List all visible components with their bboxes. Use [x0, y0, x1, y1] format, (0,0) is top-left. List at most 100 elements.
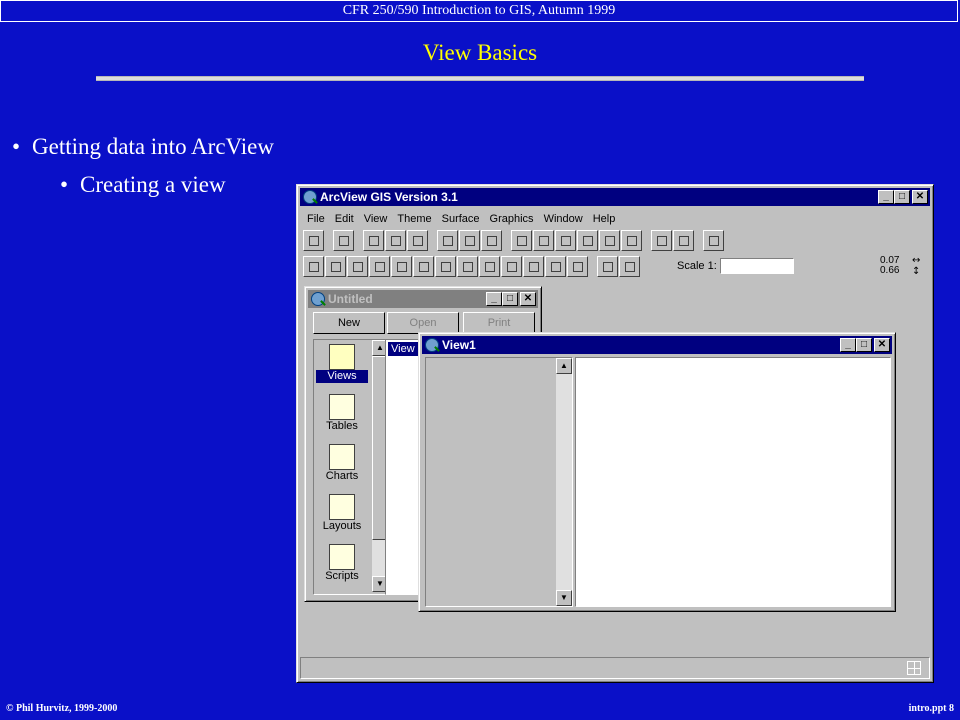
title-divider [96, 76, 864, 81]
coord-arrows-icon: ↔ ↕ [912, 255, 921, 277]
zoom-active-themes-icon[interactable] [533, 229, 554, 251]
new-button[interactable]: New [313, 312, 385, 334]
resize-grip-icon[interactable] [907, 661, 921, 675]
doc-type-layouts[interactable]: Layouts [316, 492, 368, 533]
scale-input[interactable] [719, 258, 794, 274]
project-minimize-button[interactable]: _ [486, 292, 502, 306]
identify-tool-icon[interactable] [303, 255, 324, 277]
doc-type-list: Views Tables Charts Layouts Scripts ▲ ▼ [313, 339, 389, 595]
doc-type-tables[interactable]: Tables [316, 392, 368, 433]
select-feature-tool-icon[interactable] [369, 255, 390, 277]
bullet-text: Creating a view [80, 172, 226, 197]
label-tool-icon[interactable] [523, 255, 544, 277]
scroll-down-arrow-icon[interactable]: ▼ [556, 590, 572, 606]
scale-label: Scale 1: [677, 260, 717, 272]
doc-type-views[interactable]: Views [316, 342, 368, 383]
draw-point-tool-icon[interactable] [567, 255, 588, 277]
arcview-title: ArcView GIS Version 3.1 [320, 190, 458, 204]
clear-selection-icon[interactable] [673, 229, 694, 251]
bullet-dot: • [12, 134, 21, 159]
view1-globe-icon [425, 338, 439, 352]
bullet-getting-data: • Getting data into ArcView [12, 134, 274, 160]
coord-y: 0.66 [880, 265, 900, 276]
arcview-globe-icon [303, 190, 317, 204]
slide-title: View Basics [422, 40, 538, 65]
save-project-icon[interactable] [303, 229, 324, 251]
menu-surface[interactable]: Surface [438, 211, 486, 227]
hotlink-tool-icon[interactable] [479, 255, 500, 277]
doc-type-charts[interactable]: Charts [316, 442, 368, 483]
close-button[interactable]: ✕ [912, 190, 928, 204]
charts-bar-icon [329, 444, 355, 470]
status-bar [300, 657, 930, 679]
maximize-button[interactable]: □ [894, 190, 910, 204]
area-of-interest-tool-icon[interactable] [501, 255, 522, 277]
open-table-icon[interactable] [407, 229, 428, 251]
slide-header: CFR 250/590 Introduction to GIS, Autumn … [0, 0, 958, 22]
zoom-previous-icon[interactable] [621, 229, 642, 251]
edit-legend-icon[interactable] [385, 229, 406, 251]
zoom-in-icon[interactable] [577, 229, 598, 251]
menu-help[interactable]: Help [589, 211, 622, 227]
project-maximize-button[interactable]: □ [502, 292, 518, 306]
menu-graphics[interactable]: Graphics [486, 211, 540, 227]
menu-edit[interactable]: Edit [331, 211, 360, 227]
zoom-out-tool-icon[interactable] [413, 255, 434, 277]
locate-address-icon[interactable] [459, 229, 480, 251]
zoom-out-icon[interactable] [599, 229, 620, 251]
project-title: Untitled [328, 292, 373, 306]
find-icon[interactable] [437, 229, 458, 251]
add-theme-icon[interactable] [333, 229, 354, 251]
project-globe-icon [311, 292, 325, 306]
menu-theme[interactable]: Theme [393, 211, 437, 227]
measure-tool-icon[interactable] [457, 255, 478, 277]
map-display[interactable] [575, 357, 891, 607]
menu-view[interactable]: View [360, 211, 394, 227]
views-globe-icon [329, 344, 355, 370]
scripts-scroll-icon [329, 544, 355, 570]
zoom-selected-icon[interactable] [555, 229, 576, 251]
doc-type-label: Tables [326, 420, 358, 432]
layouts-page-icon [329, 494, 355, 520]
zoom-in-tool-icon[interactable] [391, 255, 412, 277]
pointer-tool-icon[interactable] [325, 255, 346, 277]
project-titlebar[interactable]: Untitled _ □ ✕ [308, 290, 538, 308]
footer-slide-number: intro.ppt 8 [908, 703, 954, 714]
tool-bar: Scale 1: [303, 253, 794, 279]
snap-tool-icon[interactable] [597, 255, 618, 277]
doc-type-label: Scripts [325, 570, 359, 582]
arcview-titlebar[interactable]: ArcView GIS Version 3.1 _ □ ✕ [300, 188, 930, 206]
view1-minimize-button[interactable]: _ [840, 338, 856, 352]
button-bar [303, 227, 725, 253]
zoom-full-extent-icon[interactable] [511, 229, 532, 251]
theme-properties-icon[interactable] [363, 229, 384, 251]
doc-type-scripts[interactable]: Scripts [316, 542, 368, 583]
select-features-icon[interactable] [651, 229, 672, 251]
query-builder-icon[interactable] [481, 229, 502, 251]
menu-window[interactable]: Window [540, 211, 589, 227]
project-close-button[interactable]: ✕ [520, 292, 536, 306]
text-tool-icon[interactable] [545, 255, 566, 277]
minimize-button[interactable]: _ [878, 190, 894, 204]
table-of-contents[interactable]: ▲ ▼ [425, 357, 573, 607]
view1-maximize-button[interactable]: □ [856, 338, 872, 352]
toc-scrollbar[interactable]: ▲ ▼ [556, 358, 572, 606]
doc-type-label: Layouts [322, 520, 362, 532]
menu-file[interactable]: File [303, 211, 331, 227]
pan-tool-icon[interactable] [435, 255, 456, 277]
open-button[interactable]: Open [387, 312, 459, 334]
bullet-creating-view: • Creating a view [60, 172, 226, 198]
view1-titlebar[interactable]: View1 _ □ ✕ [422, 336, 892, 354]
help-cursor-icon[interactable] [703, 229, 724, 251]
print-button[interactable]: Print [463, 312, 535, 334]
view1-close-button[interactable]: ✕ [874, 338, 890, 352]
footer-copyright: © Phil Hurvitz, 1999-2000 [6, 703, 118, 714]
view1-title: View1 [442, 338, 476, 352]
document-item-view[interactable]: View [388, 342, 418, 356]
drag-tool-icon[interactable] [619, 255, 640, 277]
doc-type-label: Views [316, 370, 368, 383]
scroll-up-arrow-icon[interactable]: ▲ [556, 358, 572, 374]
bullet-text: Getting data into ArcView [32, 134, 274, 159]
vertex-edit-tool-icon[interactable] [347, 255, 368, 277]
coordinate-readout: 0.07 0.66 [880, 256, 899, 276]
